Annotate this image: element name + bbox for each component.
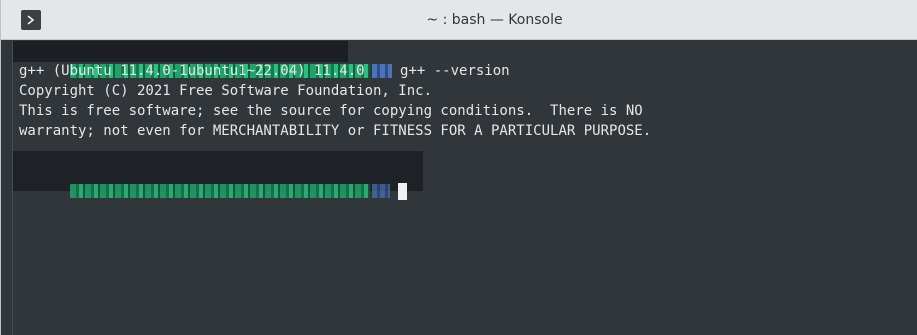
output-line: This is free software; see the source fo… xyxy=(19,103,643,119)
terminal-area[interactable]: g++ --version g++ (Ubuntu 11.4.0-1ubuntu… xyxy=(12,41,917,335)
redacted-prompt-path xyxy=(371,184,390,198)
output-line: g++ (Ubuntu 11.4.0-1ubuntu1~22.04) 11.4.… xyxy=(19,63,365,79)
output-line: Copyright (C) 2021 Free Software Foundat… xyxy=(19,83,433,99)
output-line: warranty; not even for MERCHANTABILITY o… xyxy=(19,123,652,139)
text-cursor xyxy=(398,182,408,200)
command-line: g++ --version xyxy=(19,41,510,79)
command-text: g++ --version xyxy=(400,63,510,79)
redacted-prompt xyxy=(69,184,370,198)
konsole-window: ~ : bash — Konsole g++ --version g++ (Ub… xyxy=(0,0,917,335)
current-prompt-line xyxy=(19,161,408,200)
redacted-prompt-path xyxy=(371,64,392,78)
title-bar[interactable]: ~ : bash — Konsole xyxy=(1,0,917,40)
window-title: ~ : bash — Konsole xyxy=(426,12,563,28)
